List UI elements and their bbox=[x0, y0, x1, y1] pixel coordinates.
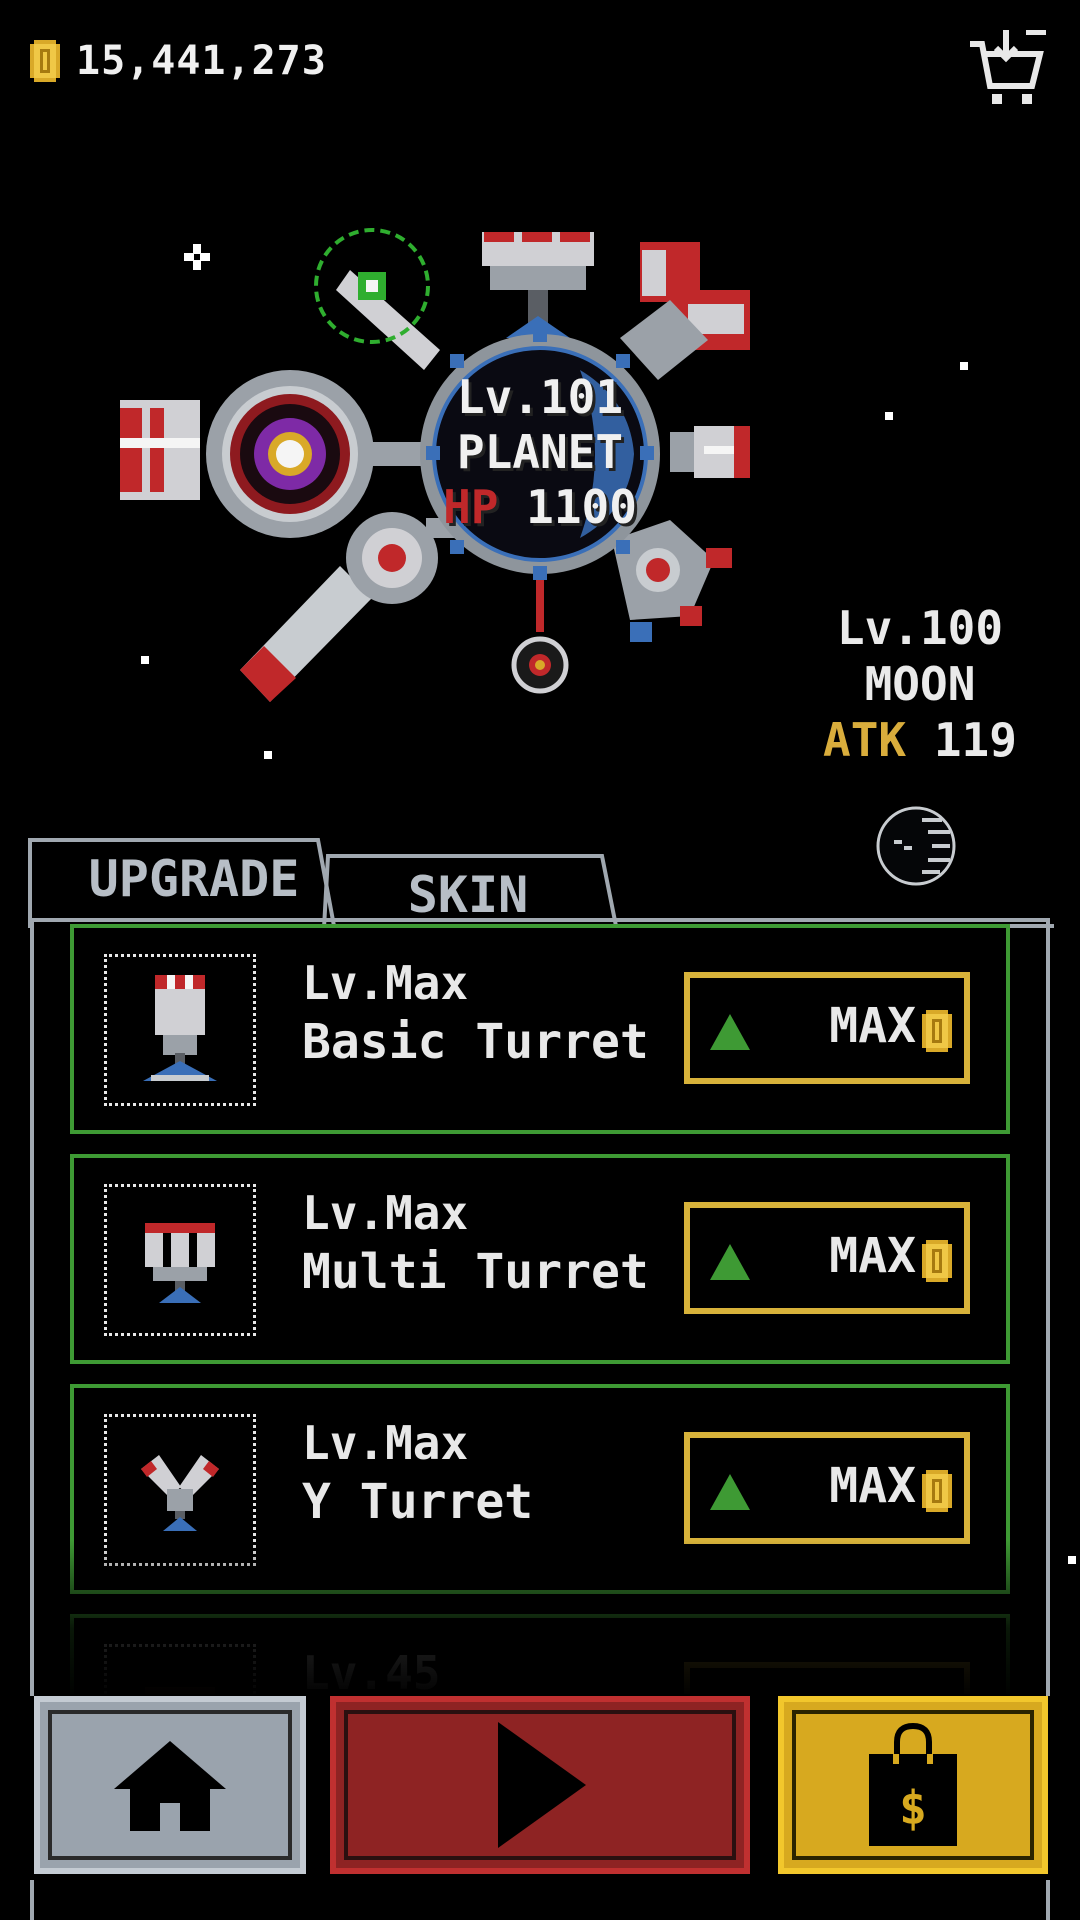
coin-icon bbox=[30, 40, 60, 82]
hp-label: HP bbox=[443, 480, 499, 534]
star bbox=[264, 751, 272, 759]
up-arrow-icon bbox=[710, 1244, 750, 1280]
star bbox=[885, 412, 893, 420]
play-icon bbox=[498, 1722, 586, 1848]
star bbox=[960, 362, 968, 370]
planet-level: Lv.101 bbox=[456, 370, 624, 424]
turret-icon bbox=[145, 1687, 215, 1694]
max-label: MAX bbox=[829, 1458, 916, 1514]
home-button[interactable] bbox=[34, 1696, 306, 1874]
basic-turret-icon bbox=[143, 975, 217, 1081]
planet-info: Lv.101 PLANET HP 1100 bbox=[420, 370, 660, 535]
upgrade-card-partial: Lv.45 bbox=[70, 1614, 1010, 1694]
upgrade-card-multi-turret: Lv.Max Multi Turret MAX bbox=[70, 1154, 1010, 1364]
upgrade-max-button[interactable]: MAX bbox=[684, 972, 970, 1084]
top-multi-turret bbox=[482, 232, 594, 340]
up-arrow-icon bbox=[710, 1014, 750, 1050]
up-arrow-icon bbox=[710, 1474, 750, 1510]
hp-value: 1100 bbox=[526, 480, 637, 534]
moon-level: Lv.100 bbox=[836, 601, 1004, 655]
star bbox=[1068, 1556, 1076, 1564]
coin-icon bbox=[922, 1470, 952, 1512]
atk-value: 119 bbox=[933, 713, 1017, 767]
tab-skin[interactable]: SKIN bbox=[318, 854, 618, 924]
upgrade-level: Lv.45 bbox=[302, 1646, 441, 1694]
moon-name: MOON bbox=[864, 657, 976, 711]
upgrade-level: Lv.Max bbox=[302, 1186, 469, 1240]
multi-turret-icon bbox=[145, 1223, 215, 1303]
bottom-right-turret bbox=[612, 520, 732, 642]
planet-hp: HP 1100 bbox=[420, 480, 660, 535]
moon-icon[interactable] bbox=[874, 804, 958, 888]
upgrade-card-y-turret: Lv.Max Y Turret MAX bbox=[70, 1384, 1010, 1594]
upgrade-list[interactable]: Lv.Max Basic Turret MAX Lv.Max Multi Tur… bbox=[70, 924, 1010, 1694]
moon-info: Lv.100 MOON ATK 119 bbox=[820, 600, 1020, 768]
green-reticle-turret bbox=[314, 228, 440, 370]
max-label: MAX bbox=[829, 1228, 916, 1284]
coin-icon bbox=[922, 1240, 952, 1282]
shop-button[interactable]: $ bbox=[778, 1696, 1048, 1874]
upgrade-name: Multi Turret bbox=[302, 1244, 649, 1300]
right-basic-turret bbox=[670, 426, 750, 478]
moon-atk: ATK 119 bbox=[820, 712, 1020, 768]
upgrade-name: Y Turret bbox=[302, 1474, 534, 1530]
bottom-left-cannon-turret bbox=[240, 512, 466, 702]
turret-thumbnail bbox=[104, 1644, 256, 1694]
shop-cart-button[interactable] bbox=[966, 24, 1050, 108]
atk-label: ATK bbox=[823, 713, 907, 767]
turret-thumbnail bbox=[104, 954, 256, 1106]
turret-thumbnail bbox=[104, 1414, 256, 1566]
home-icon bbox=[114, 1741, 226, 1831]
shopping-cart-icon bbox=[970, 30, 1046, 104]
tab-upgrade[interactable]: UPGRADE bbox=[56, 838, 332, 924]
game-screen: 15,441,273 Lv.101 PLANET HP 1100 Lv.100 … bbox=[0, 0, 1080, 1920]
shopping-bag-icon: $ bbox=[869, 1722, 957, 1846]
coin-icon bbox=[922, 1010, 952, 1052]
upgrade-name: Basic Turret bbox=[302, 1014, 649, 1070]
upgrade-card-basic-turret: Lv.Max Basic Turret MAX bbox=[70, 924, 1010, 1134]
upgrade-max-button[interactable]: MAX bbox=[684, 1432, 970, 1544]
dollar-sign: $ bbox=[899, 1781, 927, 1835]
max-label: MAX bbox=[829, 998, 916, 1054]
upgrade-buy-button[interactable] bbox=[684, 1662, 970, 1694]
play-button[interactable] bbox=[330, 1696, 750, 1874]
top-right-y-turret bbox=[620, 242, 750, 380]
turret-thumbnail bbox=[104, 1184, 256, 1336]
coin-counter: 15,441,273 bbox=[30, 36, 327, 86]
upgrade-level: Lv.Max bbox=[302, 956, 469, 1010]
bottom-navigation: $ bbox=[0, 1696, 1080, 1880]
coin-balance: 15,441,273 bbox=[76, 38, 327, 84]
upgrade-level: Lv.Max bbox=[302, 1416, 469, 1470]
upgrade-max-button[interactable]: MAX bbox=[684, 1202, 970, 1314]
bottom-orb-turret bbox=[511, 572, 569, 694]
planet-name: PLANET bbox=[456, 425, 624, 479]
y-turret-icon bbox=[141, 1455, 219, 1531]
